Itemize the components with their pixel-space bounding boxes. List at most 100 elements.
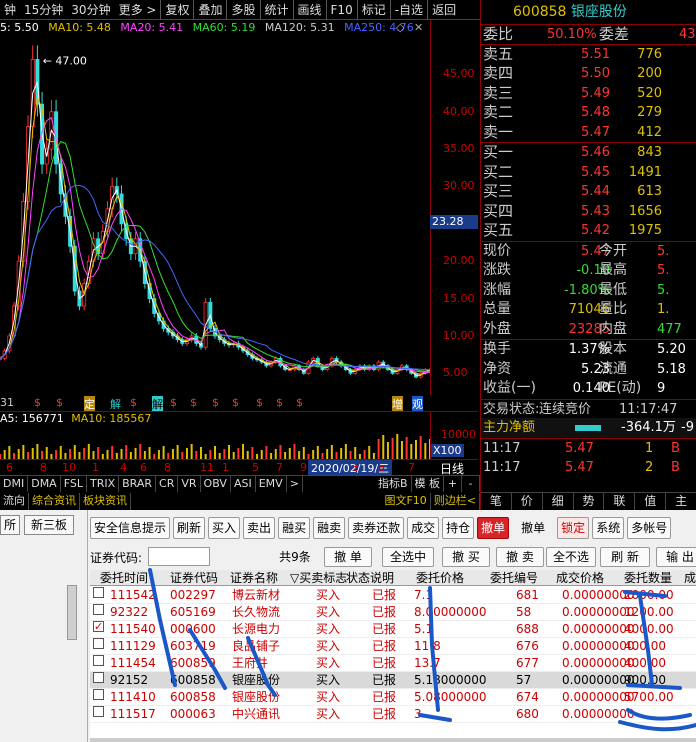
indicator-b-button[interactable]: 指标B xyxy=(375,476,412,492)
tab-emv[interactable]: EMV xyxy=(256,476,287,492)
tab-trix[interactable]: TRIX xyxy=(87,476,120,492)
table-row[interactable]: 111410 600858 银座股份 买入 已报 5.08000000 674 0.00000… xyxy=(90,689,696,706)
row-checkbox[interactable] xyxy=(93,672,104,683)
margin-buy-button[interactable]: 融买 xyxy=(278,517,311,539)
remove-indicator-button[interactable]: - xyxy=(462,476,480,492)
column-header[interactable]: 委托数量 xyxy=(624,570,672,586)
diamond-icon[interactable]: ◇ xyxy=(396,21,404,34)
tab-price[interactable]: 价 xyxy=(512,493,543,510)
margin-sell-button[interactable]: 融卖 xyxy=(313,517,346,539)
fuquan-button[interactable]: 复权 xyxy=(160,0,193,20)
bid-level[interactable]: 买二 5.45 1491 xyxy=(481,163,696,183)
table-hscrollbar[interactable] xyxy=(90,738,696,742)
period-30min[interactable]: 30分钟 xyxy=(67,1,114,18)
tab-obv[interactable]: OBV xyxy=(201,476,231,492)
table-row[interactable]: 111517 000063 中兴通讯 买入 已报 3 680 0.00000000 xyxy=(90,706,696,723)
tab-capital-flow[interactable]: 流向 xyxy=(0,493,29,510)
period-more[interactable]: 更多 > xyxy=(115,1,161,18)
row-checkbox[interactable] xyxy=(93,618,104,635)
code-input[interactable] xyxy=(148,547,210,566)
bid-level[interactable]: 买一 5.46 843 xyxy=(481,143,696,163)
column-header[interactable]: 成交价格 xyxy=(556,570,604,586)
column-header[interactable]: 委托时间 xyxy=(100,570,148,586)
tab-brar[interactable]: BRAR xyxy=(119,476,157,492)
lock-button[interactable]: 锁定 xyxy=(557,517,590,539)
close-icon[interactable]: ✕ xyxy=(414,21,423,34)
ask-level[interactable]: 卖一 5.47 412 xyxy=(481,123,696,143)
table-row[interactable]: 92322 605169 长久物流 买入 已报 8.00000000 58 0.0000000… xyxy=(90,604,696,621)
tab-sector-news[interactable]: 板块资讯 xyxy=(80,493,131,510)
period-1min[interactable]: 钟 xyxy=(0,1,20,18)
table-row[interactable]: 111540000600长源电力买入已报5.16880.000000004000… xyxy=(90,618,696,638)
position-button[interactable]: 持仓 xyxy=(442,517,475,539)
sell-button[interactable]: 卖出 xyxy=(243,517,276,539)
export-button[interactable]: 输 出 xyxy=(656,547,696,567)
table-row[interactable]: 111129 603719 良品铺子 买入 已报 11.8 676 0.00000000 400… xyxy=(90,638,696,655)
f10-text-button[interactable]: 图文F10 xyxy=(381,493,431,510)
system-button[interactable]: 系统 xyxy=(592,517,625,539)
row-checkbox[interactable] xyxy=(93,587,104,598)
add-indicator-button[interactable]: + xyxy=(444,476,462,492)
column-header[interactable]: 证券名称 xyxy=(230,570,278,586)
row-checkbox[interactable] xyxy=(93,689,104,700)
refresh-button[interactable]: 刷新 xyxy=(173,517,206,539)
table-row[interactable]: 92152 600858 银座股份 买入 已报 5.18000000 57 0.0000000… xyxy=(90,672,696,689)
tab-asi[interactable]: ASI xyxy=(231,476,256,492)
ask-level[interactable]: 卖二 5.48 279 xyxy=(481,103,696,123)
overlay-button[interactable]: 叠加 xyxy=(193,0,226,20)
tab-detail[interactable]: 细 xyxy=(543,493,574,510)
row-checkbox[interactable] xyxy=(93,655,104,666)
stats-button[interactable]: 统计 xyxy=(259,0,293,20)
select-all-button[interactable]: 全选中 xyxy=(382,547,434,567)
neeq-tab[interactable]: 新三板 xyxy=(24,515,74,535)
tab-news[interactable]: 综合资讯 xyxy=(29,493,80,510)
refresh-button[interactable]: 刷 新 xyxy=(600,547,650,567)
tab-value[interactable]: 值 xyxy=(635,493,667,510)
column-header[interactable]: 委托价格 xyxy=(416,570,464,586)
remove-favorite-button[interactable]: -自选 xyxy=(389,0,427,20)
column-header[interactable]: 委托编号 xyxy=(490,570,538,586)
exchange-tab[interactable]: 所 xyxy=(0,515,20,535)
table-row[interactable]: 111542 002297 博云新材 买入 已报 7.1 681 0.00000000 2000… xyxy=(90,587,696,604)
tab-trend[interactable]: 势 xyxy=(574,493,605,510)
multi-account-button[interactable]: 多帐号 xyxy=(627,517,672,539)
tab-ticks[interactable]: 笔 xyxy=(481,493,512,510)
tab-vr[interactable]: VR xyxy=(178,476,201,492)
row-checkbox[interactable] xyxy=(93,604,104,615)
buy-button[interactable]: 买入 xyxy=(208,517,241,539)
repay-button[interactable]: 卖券还款 xyxy=(348,517,405,539)
cancel-tab-button[interactable]: 撤单 xyxy=(477,517,510,539)
candlestick-chart[interactable]: ← 47.00 xyxy=(0,37,430,392)
tab-main[interactable]: 主 xyxy=(666,493,696,510)
ask-level[interactable]: 卖三 5.49 520 xyxy=(481,84,696,104)
ask-level[interactable]: 卖四 5.50 200 xyxy=(481,64,696,84)
tab-dmi[interactable]: DMI xyxy=(0,476,29,492)
row-checkbox[interactable] xyxy=(93,706,104,717)
cancel-buys-button[interactable]: 撤 买 xyxy=(442,547,490,567)
tab-related[interactable]: 联 xyxy=(604,493,636,510)
deselect-all-button[interactable]: 全不选 xyxy=(546,547,596,567)
table-row[interactable]: 111454 600859 王府井 买入 已报 13.7 677 0.00000000 400.… xyxy=(90,655,696,672)
column-header[interactable]: 成 xyxy=(684,570,696,586)
cancel-order-button[interactable]: 撤 单 xyxy=(324,547,372,567)
mark-button[interactable]: 标记 xyxy=(356,0,390,20)
bid-level[interactable]: 买三 5.44 613 xyxy=(481,182,696,202)
cancel-sells-button[interactable]: 撤 卖 xyxy=(496,547,544,567)
security-info-button[interactable]: 安全信息提示 xyxy=(90,517,171,539)
tab-cr[interactable]: CR xyxy=(156,476,179,492)
back-button[interactable]: 返回 xyxy=(427,0,460,20)
sidebar-scrollbar[interactable] xyxy=(67,585,77,640)
ask-level[interactable]: 卖五 5.51 776 xyxy=(481,45,696,65)
bid-level[interactable]: 买四 5.43 1656 xyxy=(481,202,696,222)
tab-more[interactable]: > xyxy=(287,476,303,492)
multi-stock-button[interactable]: 多股 xyxy=(226,0,259,20)
column-header[interactable]: ▽买卖标志 xyxy=(290,570,347,586)
template-button[interactable]: 模 板 xyxy=(412,476,444,492)
column-header[interactable]: 状态说明 xyxy=(346,570,394,586)
row-checkbox[interactable] xyxy=(93,638,104,649)
filled-button[interactable]: 成交 xyxy=(407,517,440,539)
period-15min[interactable]: 15分钟 xyxy=(20,1,67,18)
draw-line-button[interactable]: 画线 xyxy=(292,0,326,20)
column-header[interactable]: 证券代码 xyxy=(170,570,218,586)
tab-fsl[interactable]: FSL xyxy=(61,476,87,492)
